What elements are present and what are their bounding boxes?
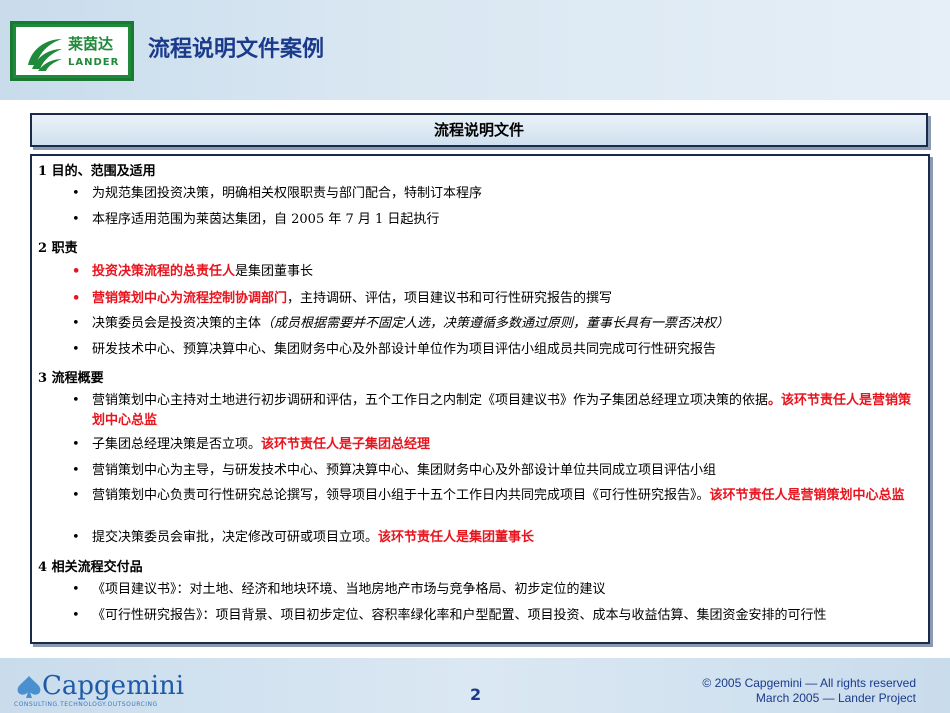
- bullet-icon: •: [72, 264, 81, 279]
- list-item: • 本程序适用范围为莱茵达集团，自 2005 年 7 月 1 日起执行: [72, 210, 914, 230]
- list-item: • 营销策划中心负责可行性研究总论撰写，领导项目小组于十五个工作日内共同完成项目…: [72, 486, 914, 506]
- section-heading-deliverables: 4 相关流程交付品: [38, 560, 143, 575]
- page-title: 流程说明文件案例: [148, 37, 325, 62]
- capgemini-tagline: CONSULTING.TECHNOLOGY.OUTSOURCING: [14, 701, 158, 708]
- project-date-text: March 2005 — Lander Project: [755, 691, 916, 705]
- content-panel: 1 目的、范围及适用 • 为规范集团投资决策，明确相关权限职责与部门配合，特制订…: [30, 154, 930, 644]
- header-band: 莱茵达 LANDER 流程说明文件案例: [0, 0, 950, 100]
- bullet-icon: •: [72, 530, 80, 545]
- list-item: • 《项目建议书》：对土地、经济和地块环境、当地房地产市场与竞争格局、初步定位的…: [72, 580, 914, 600]
- list-item: • 营销策划中心为流程控制协调部门，主持调研、评估，项目建议书和可行性研究报告的…: [72, 289, 914, 309]
- list-item: • 营销策划中心主持对土地进行初步调研和评估，五个工作日之内制定《项目建议书》作…: [72, 393, 912, 428]
- logo-english-name: LANDER: [68, 57, 120, 68]
- section-heading-process-overview: 3 流程概要: [38, 371, 104, 386]
- bullet-icon: •: [72, 393, 80, 408]
- list-item: • 子集团总经理决策是否立项。该环节责任人是子集团总经理: [72, 435, 914, 455]
- lander-logo: 莱茵达 LANDER: [10, 21, 134, 81]
- spade-icon: [17, 676, 41, 698]
- leaf-swirl-icon: [28, 39, 62, 71]
- list-item: • 研发技术中心、预算决算中心、集团财务中心及外部设计单位作为项目评估小组成员共…: [72, 340, 914, 360]
- copyright-text: © 2005 Capgemini — All rights reserved: [702, 676, 916, 690]
- list-item: • 决策委员会是投资决策的主体（成员根据需要并不固定人选，决策遵循多数通过原则，…: [72, 314, 914, 334]
- section-heading-purpose: 1 目的、范围及适用: [38, 164, 156, 179]
- bullet-icon: •: [72, 186, 80, 201]
- list-item: • 提交决策委员会审批，决定修改可研或项目立项。该环节责任人是集团董事长: [72, 528, 914, 548]
- bullet-icon: •: [72, 582, 80, 597]
- bullet-icon: •: [72, 342, 80, 357]
- list-item: • 为规范集团投资决策，明确相关权限职责与部门配合，特制订本程序: [72, 184, 914, 204]
- list-item: • 营销策划中心为主导，与研发技术中心、预算决算中心、集团财务中心及外部设计单位…: [72, 461, 914, 481]
- capgemini-wordmark: Capgemini: [42, 671, 185, 701]
- list-item: • 《可行性研究报告》：项目背景、项目初步定位、容积率绿化率和户型配置、项目投资…: [72, 606, 914, 626]
- section-heading-responsibility: 2 职责: [38, 241, 78, 256]
- copyright-block: © 2005 Capgemini — All rights reserved M…: [702, 676, 916, 706]
- logo-chinese-name: 莱茵达: [68, 35, 114, 53]
- bullet-icon: •: [72, 463, 80, 478]
- bullet-icon: •: [72, 291, 81, 306]
- capgemini-logo: Capgemini CONSULTING.TECHNOLOGY.OUTSOURC…: [12, 668, 184, 708]
- bullet-icon: •: [72, 608, 80, 623]
- bullet-icon: •: [72, 437, 80, 452]
- bullet-icon: •: [72, 488, 80, 503]
- list-item: • 投资决策流程的总责任人是集团董事长: [72, 262, 914, 282]
- bullet-icon: •: [72, 212, 80, 227]
- footer-band: Capgemini CONSULTING.TECHNOLOGY.OUTSOURC…: [0, 658, 950, 713]
- page-number: 2: [470, 685, 482, 704]
- document-title-bar: 流程说明文件: [30, 113, 928, 147]
- bullet-icon: •: [72, 316, 80, 331]
